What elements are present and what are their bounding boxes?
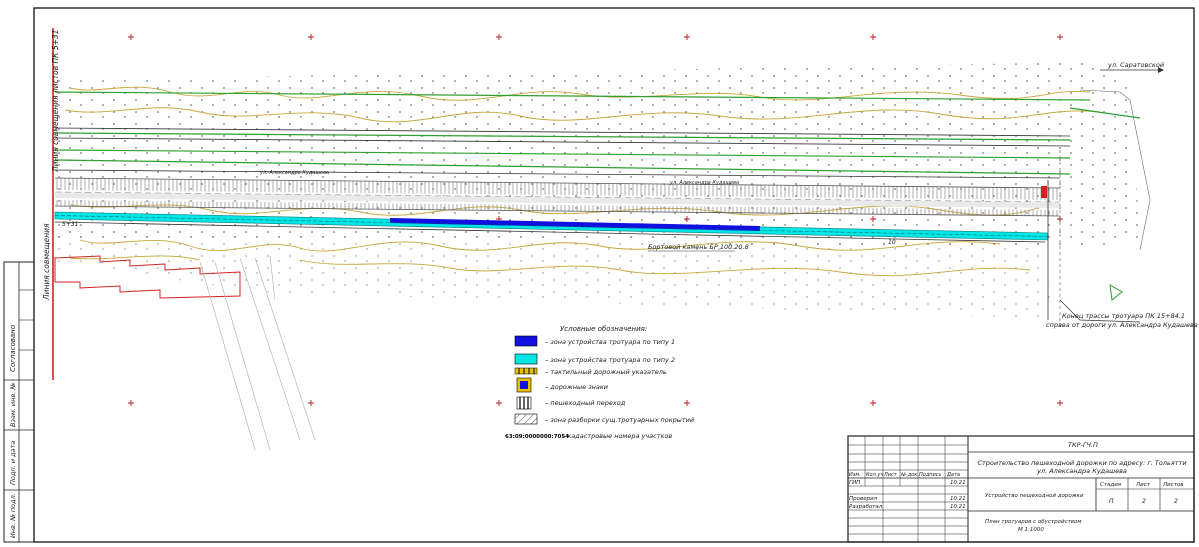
grid-cross [870,34,876,40]
street-label: ул. Саратовской [1107,61,1164,69]
tb-sheet-h: Лист [1135,482,1151,488]
tb-role-gip: ГИП [849,480,860,486]
tb-date-dev: 10.21 [950,504,966,510]
tb-stage-h: Стадия [1100,482,1122,488]
road-label-2: ул. Александра Кудашева [669,180,739,186]
title-block-text: ТКР-ГЧ.П Изм. Кол.уч Лист № док. Подпись… [849,441,1184,533]
grid-cross [870,400,876,406]
legend-swatch-type2 [514,353,538,365]
tb-h-date: Дата [946,472,960,478]
legend: Условные обозначения: – зона устройства … [505,325,694,440]
tb-sheets: 2 [1174,498,1178,505]
tb-stage: П [1109,498,1114,505]
tb-role-dev: Разработал [849,504,883,510]
tb-code: ТКР-ГЧ.П [1068,441,1098,449]
legend-title: Условные обозначения: [560,325,647,333]
legend-swatch-tactile [514,367,538,375]
legend-cadastre-desc: – кадастровые номера участков [562,432,672,440]
end-label-1: Конец трассы тротуара ПК 15+84.1 [1062,312,1185,320]
tb-scale: М 1:1000 [1018,527,1044,533]
legend-item-4: – дорожные знаки [545,383,608,391]
grid-cross [496,400,502,406]
tb-role-check: Проверил [849,496,878,502]
legend-swatch-sign [516,377,532,393]
legend-swatch-crossing [516,396,532,410]
tb-date-check: 10.21 [950,496,966,502]
grid-cross [308,34,314,40]
end-label-2: справа от дороги ул. Александра Кудашева [1046,321,1198,329]
stamp-replace-inv: Взам. инв. № [9,383,17,427]
legend-item-6: – зона разборки сущ.тротуарных покрытий [545,416,694,424]
legend-item-5: – пешеходный переход [545,399,626,407]
tb-h-kol: Кол.уч [866,472,883,478]
match-line-label: Линия совмещения [42,223,51,301]
tb-sheets-h: Листов [1162,482,1184,488]
chainage-10: 10 [888,239,896,246]
curb-label: Бортовой камень БР 100.20.8 [648,243,749,251]
grid-cross [496,34,502,40]
grid-cross [1057,34,1063,40]
tb-h-sign: Подпись [919,472,942,478]
grid-cross [128,400,134,406]
tb-h-list: Лист [883,472,898,478]
legend-item-1: – зона устройства тротуара по типу 1 [545,338,675,346]
grid-cross [684,34,690,40]
grid-cross [1057,400,1063,406]
legend-swatch-type1 [514,335,538,347]
legend-item-2: – зона устройства тротуара по типу 2 [545,356,675,364]
tb-h-doc: № док. [900,472,919,478]
road-label-1: ул. Александра Кудашева [259,170,329,176]
legend-item-3: – тактильный дорожный указатель [545,368,667,376]
tb-section-title: Устройство пешеходной дорожки [985,493,1084,499]
tb-project-title: Строительство пешеходной дорожки по адре… [977,459,1187,475]
tb-h-izm: Изм. [849,472,861,478]
grid-cross [128,34,134,40]
grid-cross [684,400,690,406]
chainage-start: 5+31 [62,221,78,228]
legend-swatch-hatch [514,413,538,425]
tb-sheet-title: План тротуаров с обустройством [985,519,1082,525]
stamp-sign-date: Подп. и дата [9,441,17,485]
grid-cross [308,400,314,406]
stamp-approved: Согласовано [9,325,17,372]
side-stamp: Согласовано Взам. инв. № Подп. и дата Ин… [3,261,35,543]
legend-cadastre-code: 63:09:0000000:7054 [505,434,569,440]
tb-sheet: 2 [1142,498,1146,505]
tb-date-gip: 10.21 [950,480,966,486]
match-line-label-main: Линия совмещения листов ПК 5+31 [51,30,60,173]
stamp-inv-no: Инв. № подл. [9,493,17,538]
